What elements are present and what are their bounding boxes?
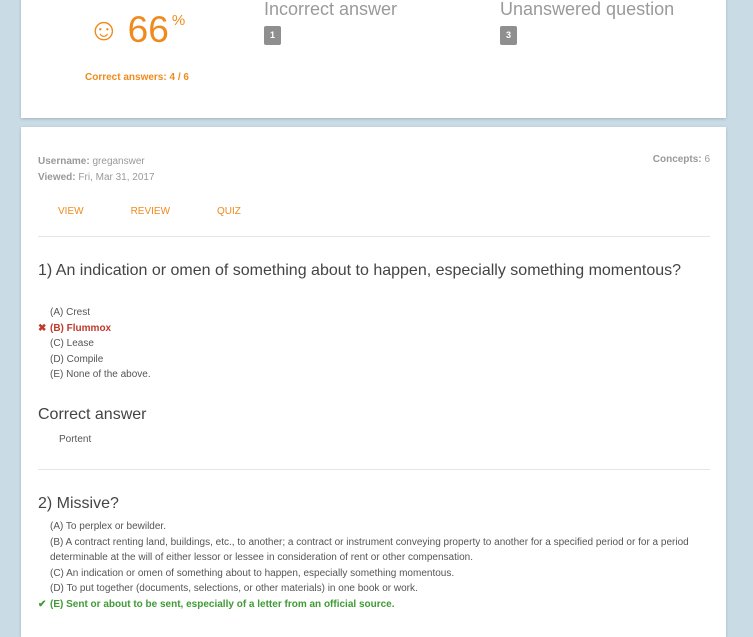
viewed-line: Viewed: Fri, Mar 31, 2017 [38, 170, 155, 186]
option-e: (E) None of the above. [38, 367, 710, 383]
option-b: (B) A contract renting land, buildings, … [38, 535, 710, 566]
option-text: (C) An indication or omen of something a… [50, 567, 455, 579]
quiz-tabs: VIEW REVIEW QUIZ [58, 206, 288, 217]
question-title: 2) Missive? [38, 495, 119, 512]
score-summary-card: ☺ 66 % Correct answers: 4 / 6 Incorrect … [21, 0, 726, 118]
answer-options: (A) To perplex or bewilder. (B) A contra… [38, 519, 710, 612]
concepts-value: 6 [704, 154, 710, 165]
option-d: (D) To put together (documents, selectio… [38, 581, 710, 597]
option-text: (D) To put together (documents, selectio… [50, 583, 418, 594]
username-label: Username: [38, 156, 90, 167]
check-icon: ✔ [38, 598, 47, 610]
correct-answer-heading: Correct answer [38, 406, 147, 423]
viewed-label: Viewed: [38, 172, 76, 183]
score-display: ☺ 66 % [88, 6, 185, 54]
divider [38, 236, 710, 237]
question-title: 1) An indication or omen of something ab… [38, 262, 682, 279]
correct-answer-text: Portent [59, 434, 92, 445]
option-c: (C) Lease [38, 336, 710, 352]
option-text: (E) Sent or about to be sent, especially… [50, 598, 395, 610]
option-text: (B) Flummox [50, 322, 112, 334]
option-d: (D) Compile [38, 352, 710, 368]
viewed-value: Fri, Mar 31, 2017 [78, 172, 155, 183]
option-text: (E) None of the above. [50, 369, 151, 380]
option-e-selected-correct: ✔ (E) Sent or about to be sent, especiall… [38, 597, 710, 613]
correct-answers-count: Correct answers: 4 / 6 [85, 72, 189, 83]
option-text: (A) To perplex or bewilder. [50, 521, 166, 532]
score-percent: 66 [127, 9, 169, 50]
option-c: (C) An indication or omen of something a… [38, 566, 710, 582]
unanswered-question-stat: Unanswered question 3 [500, 0, 674, 45]
unanswered-count-badge: 3 [500, 26, 517, 45]
quiz-detail-card: Username: greganswer Viewed: Fri, Mar 31… [21, 127, 726, 637]
option-a: (A) To perplex or bewilder. [38, 519, 710, 535]
smiley-icon: ☺ [88, 12, 120, 47]
tab-review[interactable]: REVIEW [131, 206, 170, 217]
username-value: greganswer [92, 156, 145, 167]
incorrect-answer-title: Incorrect answer [264, 0, 398, 19]
unanswered-question-title: Unanswered question [500, 0, 675, 19]
option-a: (A) Crest [38, 305, 710, 321]
concepts-count: Concepts: 6 [653, 154, 710, 165]
username-line: Username: greganswer [38, 154, 155, 170]
answer-options: (A) Crest ✖ (B) Flummox (C) Lease (D) Com… [38, 305, 710, 383]
divider [38, 469, 710, 470]
incorrect-answer-stat: Incorrect answer 1 [264, 0, 397, 45]
wrong-x-icon: ✖ [38, 322, 47, 334]
option-text: (A) Crest [50, 307, 90, 318]
option-text: (C) Lease [50, 338, 94, 349]
tab-quiz[interactable]: QUIZ [217, 206, 241, 217]
concepts-label: Concepts: [652, 154, 702, 165]
option-text: (B) A contract renting land, buildings, … [50, 536, 689, 564]
incorrect-count-badge: 1 [264, 26, 281, 45]
tab-view[interactable]: VIEW [58, 206, 84, 217]
option-b-selected-wrong: ✖ (B) Flummox [38, 321, 710, 337]
quiz-meta: Username: greganswer Viewed: Fri, Mar 31… [38, 154, 155, 186]
percent-sign: % [171, 12, 186, 29]
option-text: (D) Compile [50, 353, 104, 365]
